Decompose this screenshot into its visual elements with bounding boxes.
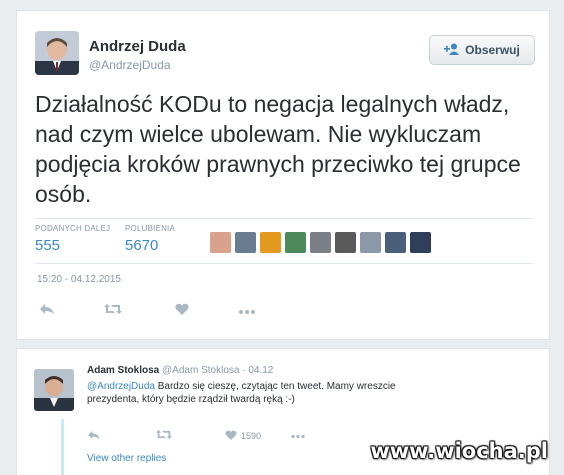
liker-avatar[interactable] <box>210 232 231 253</box>
liker-avatar[interactable] <box>335 232 356 253</box>
liker-avatar[interactable] <box>235 232 256 253</box>
reply-mention[interactable]: @AndrzejDuda <box>87 381 155 392</box>
follow-button-label: Obserwuj <box>465 43 520 57</box>
reply-actions: 1590 <box>87 429 305 443</box>
reply-retweet-icon[interactable] <box>155 429 173 443</box>
stats-bottom-divider <box>35 263 533 264</box>
retweets-label: PODANYCH DALEJ <box>35 224 111 233</box>
reply-likes-count: 1590 <box>241 431 262 441</box>
reply-icon[interactable] <box>39 303 55 318</box>
retweets-stat[interactable]: PODANYCH DALEJ 555 <box>35 224 110 254</box>
tweet-timestamp[interactable]: 15:20 - 04.12.2015 <box>37 274 121 285</box>
author-name[interactable]: Andrzej Duda <box>89 38 186 55</box>
author-handle[interactable]: @AndrzejDuda <box>89 58 171 72</box>
reply-like-heart-icon[interactable] <box>225 430 237 443</box>
main-tweet-card: Andrzej Duda @AndrzejDuda Obserwuj Dział… <box>16 10 550 340</box>
more-icon[interactable] <box>239 303 255 318</box>
reply-reply-icon[interactable] <box>87 430 101 443</box>
liker-avatar[interactable] <box>410 232 431 253</box>
view-other-replies-link[interactable]: View other replies <box>87 453 166 464</box>
likes-count: 5670 <box>125 237 159 254</box>
liker-avatar[interactable] <box>260 232 281 253</box>
liker-avatar[interactable] <box>385 232 406 253</box>
reply-date[interactable]: · 04.12 <box>242 365 273 376</box>
likers-avatars <box>210 232 431 253</box>
watermark: www.wiocha.pl <box>370 439 548 463</box>
reply-author-name[interactable]: Adam Stoklosa <box>87 365 159 376</box>
like-heart-icon[interactable] <box>175 303 189 318</box>
tweet-actions <box>39 303 255 318</box>
liker-avatar[interactable] <box>310 232 331 253</box>
retweet-icon[interactable] <box>103 303 123 318</box>
follow-button[interactable]: Obserwuj <box>429 35 535 65</box>
liker-avatar[interactable] <box>360 232 381 253</box>
stats-top-divider <box>35 218 533 219</box>
reply-text-line1: Bardzo się cieszę, czytając ten tweet. M… <box>154 381 396 392</box>
likes-label: POLUBIENIA <box>125 224 176 233</box>
reply-author-avatar[interactable] <box>34 369 74 411</box>
liker-avatar[interactable] <box>285 232 306 253</box>
likes-stat[interactable]: POLUBIENIA 5670 <box>125 224 175 254</box>
author-avatar[interactable] <box>35 31 79 75</box>
reply-header: Adam Stoklosa @Adam Stoklosa · 04.12 <box>87 365 273 376</box>
reply-more-icon[interactable] <box>291 430 305 442</box>
retweets-count: 555 <box>35 237 61 254</box>
tweet-text: Działalność KODu to negacja legalnych wł… <box>35 91 521 207</box>
thread-line <box>61 419 64 475</box>
reply-text-line2: prezydenta, który będzie rządził twardą … <box>87 394 295 405</box>
reply-author-handle[interactable]: @Adam Stoklosa <box>162 365 239 376</box>
reply-text: @AndrzejDuda Bardzo się cieszę, czytając… <box>87 380 467 406</box>
follow-user-icon <box>444 43 460 58</box>
